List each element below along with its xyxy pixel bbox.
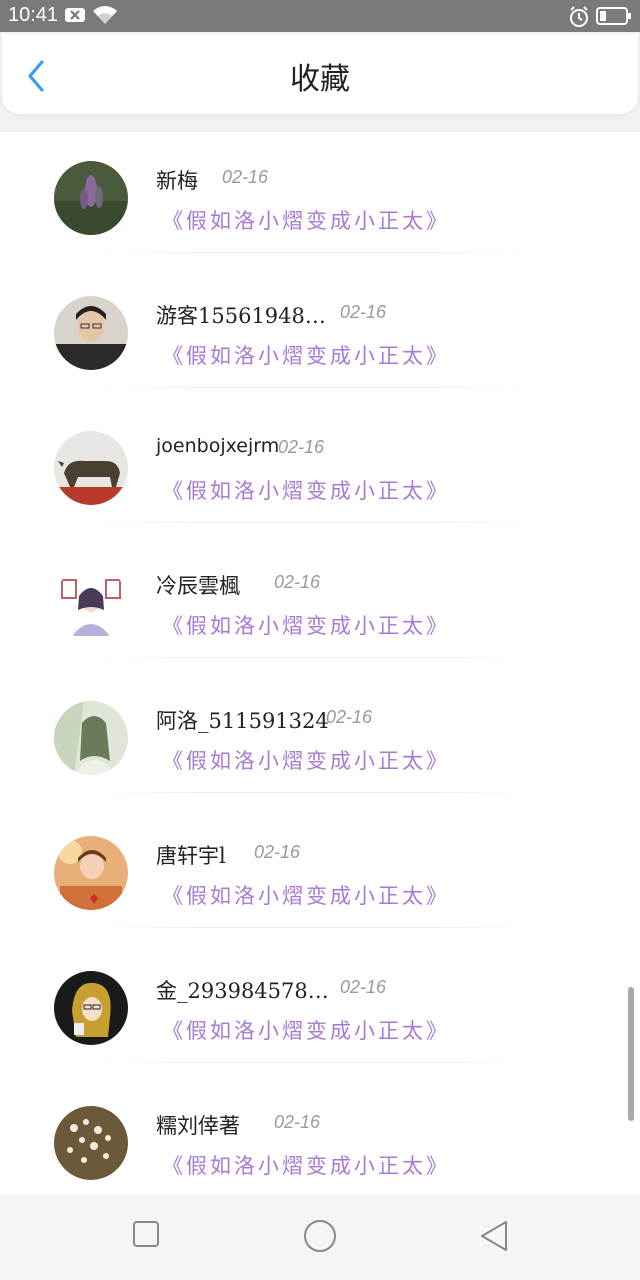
divider (95, 792, 535, 793)
status-bar: 10:41 (0, 0, 640, 32)
scrollbar[interactable] (628, 987, 634, 1121)
list-item[interactable]: 唐轩宇l 02-16 《假如洛小熠变成小正太》 (0, 807, 640, 942)
home-icon (304, 1220, 336, 1252)
page-title: 收藏 (290, 62, 350, 97)
recent-apps-button[interactable] (130, 1218, 162, 1254)
list-item[interactable]: 新梅 02-16 《假如洛小熠变成小正太》 (0, 132, 640, 267)
avatar[interactable] (54, 971, 128, 1045)
user-name: 唐轩宇l (156, 844, 226, 868)
divider (95, 657, 535, 658)
story-title[interactable]: 《假如洛小熠变成小正太》 (162, 340, 450, 370)
recent-apps-icon (133, 1221, 159, 1247)
avatar[interactable] (54, 161, 128, 235)
avatar[interactable] (54, 836, 128, 910)
header-card: 收藏 (2, 34, 638, 114)
divider (95, 387, 535, 388)
user-name: 游客15561948… (156, 304, 326, 328)
list-item[interactable]: 阿洛_511591324 02-16 《假如洛小熠变成小正太》 (0, 672, 640, 807)
story-title[interactable]: 《假如洛小熠变成小正太》 (162, 205, 450, 235)
date-label: 02-16 (274, 572, 321, 592)
home-button[interactable] (302, 1218, 338, 1258)
notification-x-icon (64, 6, 86, 28)
battery-icon (596, 6, 632, 30)
divider (95, 522, 535, 523)
list-item[interactable]: 游客15561948… 02-16 《假如洛小熠变成小正太》 (0, 267, 640, 402)
back-nav-button[interactable] (476, 1218, 512, 1258)
avatar[interactable] (54, 431, 128, 505)
user-name: joenbojxejrm (156, 435, 280, 457)
user-name: 冷辰雲楓 (156, 574, 240, 598)
divider (95, 252, 535, 253)
list-item[interactable]: joenbojxejrm 02-16 《假如洛小熠变成小正太》 (0, 402, 640, 537)
date-label: 02-16 (274, 1112, 321, 1132)
avatar[interactable] (54, 1106, 128, 1180)
story-title[interactable]: 《假如洛小熠变成小正太》 (162, 610, 450, 640)
divider (95, 927, 535, 928)
story-title[interactable]: 《假如洛小熠变成小正太》 (162, 745, 450, 775)
story-title[interactable]: 《假如洛小熠变成小正太》 (162, 475, 450, 505)
avatar[interactable] (54, 701, 128, 775)
list-item[interactable]: 糯刘倖著 02-16 《假如洛小熠变成小正太》 (0, 1077, 640, 1194)
story-title[interactable]: 《假如洛小熠变成小正太》 (162, 880, 450, 910)
date-label: 02-16 (326, 707, 373, 727)
user-name: 糯刘倖著 (156, 1114, 240, 1138)
app-header: 收藏 (0, 32, 640, 132)
divider (95, 1062, 535, 1063)
user-name: 新梅 (156, 169, 198, 193)
wifi-icon (92, 6, 118, 30)
user-name: 金_293984578… (156, 979, 329, 1003)
list-item[interactable]: 金_293984578… 02-16 《假如洛小熠变成小正太》 (0, 942, 640, 1077)
favorites-list[interactable]: 新梅 02-16 《假如洛小熠变成小正太》 游客15561948… 02-16 … (0, 132, 640, 1194)
date-label: 02-16 (340, 302, 387, 322)
avatar[interactable] (54, 296, 128, 370)
date-label: 02-16 (340, 977, 387, 997)
date-label: 02-16 (222, 167, 269, 187)
story-title[interactable]: 《假如洛小熠变成小正太》 (162, 1015, 450, 1045)
story-title[interactable]: 《假如洛小熠变成小正太》 (162, 1150, 450, 1180)
date-label: 02-16 (278, 437, 325, 457)
back-triangle-icon (481, 1221, 507, 1251)
user-name: 阿洛_511591324 (156, 709, 329, 733)
status-time: 10:41 (8, 4, 59, 26)
nav-bar (0, 1194, 640, 1280)
alarm-icon (568, 6, 590, 32)
date-label: 02-16 (254, 842, 301, 862)
avatar[interactable] (54, 566, 128, 640)
list-item[interactable]: 冷辰雲楓 02-16 《假如洛小熠变成小正太》 (0, 537, 640, 672)
